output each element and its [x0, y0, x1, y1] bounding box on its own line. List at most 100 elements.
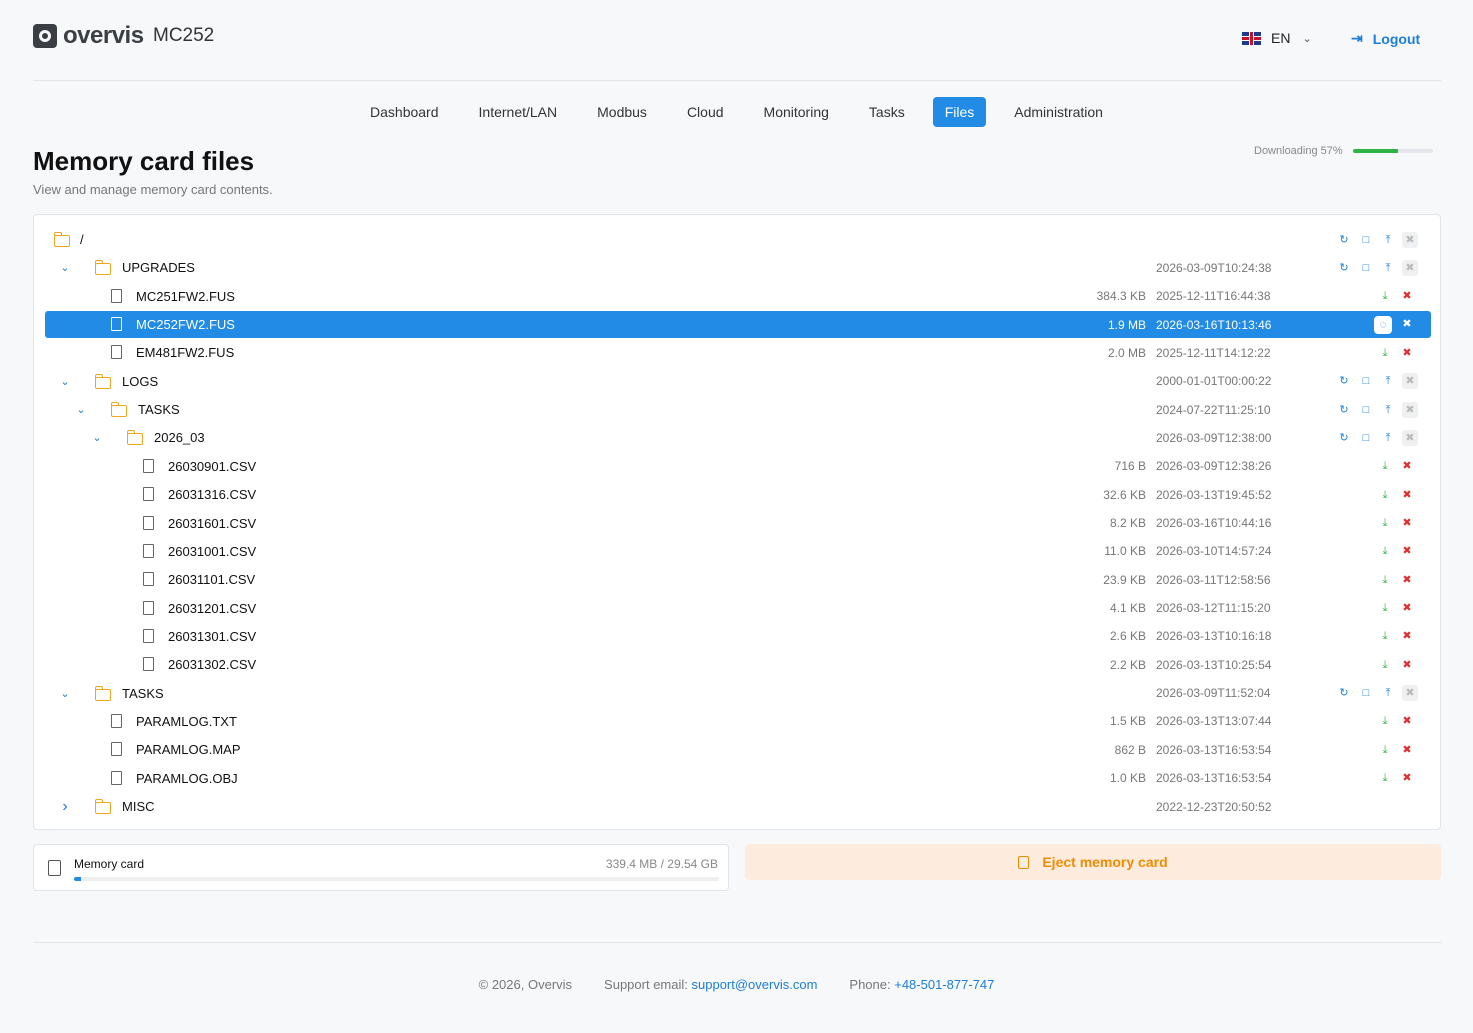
delete-icon[interactable]: ✖ — [1396, 543, 1418, 559]
delete-icon[interactable]: ✖ — [1396, 657, 1418, 673]
file-row[interactable]: 26031001.CSV 11.0 KB 2026-03-10T14:57:24 ⤓ ✖ — [45, 538, 1431, 565]
new-folder-icon[interactable]: □ — [1355, 232, 1377, 248]
folder-row[interactable]: / ↻ □ ⤒ ✖ — [45, 226, 1431, 253]
chevron-down-icon[interactable]: ⌄ — [59, 375, 71, 388]
nav-tab-monitoring[interactable]: Monitoring — [752, 97, 841, 127]
file-row[interactable]: 26031301.CSV 2.6 KB 2026-03-13T10:16:18 ⤓ ✖ — [45, 623, 1431, 650]
upload-icon[interactable]: ⤒ — [1377, 373, 1399, 389]
download-icon[interactable]: ⤓ — [1374, 572, 1396, 588]
download-icon[interactable]: ⤓ — [1374, 487, 1396, 503]
file-row[interactable]: 26031601.CSV 8.2 KB 2026-03-16T10:44:16 ⤓ ✖ — [45, 510, 1431, 537]
new-folder-icon[interactable]: □ — [1355, 402, 1377, 418]
delete-icon[interactable]: ✖ — [1396, 345, 1418, 361]
file-row[interactable]: 26031302.CSV 2.2 KB 2026-03-13T10:25:54 ⤓ ✖ — [45, 651, 1431, 678]
upload-icon[interactable]: ⤒ — [1377, 260, 1399, 276]
delete-icon[interactable]: ✖ — [1402, 401, 1418, 418]
upload-icon[interactable]: ⤒ — [1377, 685, 1399, 701]
language-selector[interactable]: EN ⌄ — [1242, 30, 1312, 46]
file-row[interactable]: MC251FW2.FUS 384.3 KB 2025-12-11T16:44:38 ⤓… — [45, 283, 1431, 310]
folder-row[interactable]: ⌄ TASKS 2024-07-22T11:25:10 ↻ □ ⤒ ✖ — [45, 396, 1431, 423]
item-name: MC251FW2.FUS — [136, 288, 235, 304]
chevron-down-icon[interactable]: ⌄ — [75, 403, 87, 416]
refresh-icon[interactable]: ↻ — [1333, 402, 1355, 418]
logout-button[interactable]: ⇥ Logout — [1351, 30, 1420, 47]
download-icon[interactable]: ⤓ — [1374, 742, 1396, 758]
refresh-icon[interactable]: ↻ — [1333, 232, 1355, 248]
refresh-icon[interactable]: ↻ — [1333, 260, 1355, 276]
new-folder-icon[interactable]: □ — [1355, 685, 1377, 701]
chevron-down-icon[interactable]: ⌄ — [59, 261, 71, 274]
download-icon[interactable]: ⤓ — [1374, 713, 1396, 729]
refresh-icon[interactable]: ↻ — [1333, 430, 1355, 446]
new-folder-icon[interactable]: □ — [1355, 430, 1377, 446]
file-row[interactable]: PARAMLOG.MAP 862 B 2026-03-13T16:53:54 ⤓ ✖ — [45, 736, 1431, 763]
delete-icon[interactable]: ✖ — [1396, 600, 1418, 616]
delete-icon[interactable]: ✖ — [1402, 373, 1418, 390]
delete-icon[interactable]: ✖ — [1396, 316, 1418, 332]
file-row[interactable]: PARAMLOG.TXT 1.5 KB 2026-03-13T13:07:44 ⤓ ✖ — [45, 708, 1431, 735]
download-icon[interactable]: ⤓ — [1374, 628, 1396, 644]
eject-memory-card-button[interactable]: Eject memory card — [745, 844, 1441, 880]
nav-tab-modbus[interactable]: Modbus — [585, 97, 659, 127]
download-icon[interactable]: ⤓ — [1374, 543, 1396, 559]
item-date: 2026-03-13T19:45:52 — [1156, 487, 1272, 502]
delete-icon[interactable]: ✖ — [1396, 487, 1418, 503]
chevron-right-icon[interactable]: › — [59, 798, 71, 816]
download-icon[interactable]: ⤓ — [1374, 657, 1396, 673]
item-name: 26030901.CSV — [168, 458, 257, 474]
nav-tab-administration[interactable]: Administration — [1002, 97, 1115, 127]
delete-icon[interactable]: ✖ — [1396, 742, 1418, 758]
upload-icon[interactable]: ⤒ — [1377, 430, 1399, 446]
nav-tab-tasks[interactable]: Tasks — [857, 97, 917, 127]
upload-icon[interactable]: ⤒ — [1377, 402, 1399, 418]
file-row[interactable]: 26031201.CSV 4.1 KB 2026-03-12T11:15:20 ⤓ ✖ — [45, 595, 1431, 622]
delete-icon[interactable]: ✖ — [1396, 458, 1418, 474]
folder-row[interactable]: ⌄ 2026_03 2026-03-09T12:38:00 ↻ □ ⤒ ✖ — [45, 424, 1431, 451]
nav-tab-cloud[interactable]: Cloud — [675, 97, 736, 127]
phone-link[interactable]: +48-501-877-747 — [894, 977, 994, 992]
refresh-icon[interactable]: ↻ — [1333, 685, 1355, 701]
download-icon[interactable]: ⤓ — [1374, 345, 1396, 361]
download-icon[interactable]: ⤓ — [1374, 515, 1396, 531]
delete-icon[interactable]: ✖ — [1396, 713, 1418, 729]
refresh-icon[interactable]: ↻ — [1333, 373, 1355, 389]
delete-icon[interactable]: ✖ — [1396, 288, 1418, 304]
delete-icon[interactable]: ✖ — [1402, 231, 1418, 248]
folder-row[interactable]: › MISC 2022-12-23T20:50:52 — [45, 793, 1431, 820]
file-row[interactable]: MC252FW2.FUS 1.9 MB 2026-03-16T10:13:46 ◌ ✖ — [45, 311, 1431, 339]
file-row[interactable]: PARAMLOG.OBJ 1.0 KB 2026-03-13T16:53:54 ⤓ ✖ — [45, 765, 1431, 792]
file-row[interactable]: 26031101.CSV 23.9 KB 2026-03-11T12:58:56 ⤓ ✖ — [45, 566, 1431, 593]
new-folder-icon[interactable]: □ — [1355, 373, 1377, 389]
uk-flag-icon — [1242, 31, 1261, 45]
row-actions: ⤓ ✖ — [1374, 742, 1418, 758]
download-icon[interactable]: ⤓ — [1374, 770, 1396, 786]
file-row[interactable]: 26030901.CSV 716 B 2026-03-09T12:38:26 ⤓ ✖ — [45, 453, 1431, 480]
delete-icon[interactable]: ✖ — [1402, 685, 1418, 702]
nav-tab-files[interactable]: Files — [932, 97, 987, 127]
delete-icon[interactable]: ✖ — [1396, 628, 1418, 644]
chevron-down-icon[interactable]: ⌄ — [59, 687, 71, 700]
file-row[interactable]: 26031316.CSV 32.6 KB 2026-03-13T19:45:52 ⤓ ✖ — [45, 481, 1431, 508]
delete-icon[interactable]: ✖ — [1402, 429, 1418, 446]
nav-tab-internet-lan[interactable]: Internet/LAN — [467, 97, 570, 127]
delete-icon[interactable]: ✖ — [1396, 572, 1418, 588]
nav-tab-dashboard[interactable]: Dashboard — [358, 97, 451, 127]
delete-icon[interactable]: ✖ — [1402, 259, 1418, 276]
folder-row[interactable]: ⌄ TASKS 2026-03-09T11:52:04 ↻ □ ⤒ ✖ — [45, 680, 1431, 707]
memory-usage-bar — [74, 877, 719, 881]
upload-icon[interactable]: ⤒ — [1377, 232, 1399, 248]
item-date: 2026-03-09T10:24:38 — [1156, 260, 1272, 275]
support-email-link[interactable]: support@overvis.com — [692, 977, 818, 992]
file-row[interactable]: EM481FW2.FUS 2.0 MB 2025-12-11T14:12:22 ⤓ ✖ — [45, 339, 1431, 366]
download-icon[interactable]: ⤓ — [1374, 458, 1396, 474]
overvis-logo[interactable]: overvis — [33, 22, 144, 50]
folder-row[interactable]: ⌄ UPGRADES 2026-03-09T10:24:38 ↻ □ ⤒ ✖ — [45, 254, 1431, 281]
new-folder-icon[interactable]: □ — [1355, 260, 1377, 276]
folder-row[interactable]: ⌄ LOGS 2000-01-01T00:00:22 ↻ □ ⤒ ✖ — [45, 368, 1431, 395]
folder-icon — [94, 260, 111, 276]
delete-icon[interactable]: ✖ — [1396, 770, 1418, 786]
download-icon[interactable]: ⤓ — [1374, 600, 1396, 616]
chevron-down-icon[interactable]: ⌄ — [91, 431, 103, 444]
download-icon[interactable]: ⤓ — [1374, 288, 1396, 304]
delete-icon[interactable]: ✖ — [1396, 515, 1418, 531]
